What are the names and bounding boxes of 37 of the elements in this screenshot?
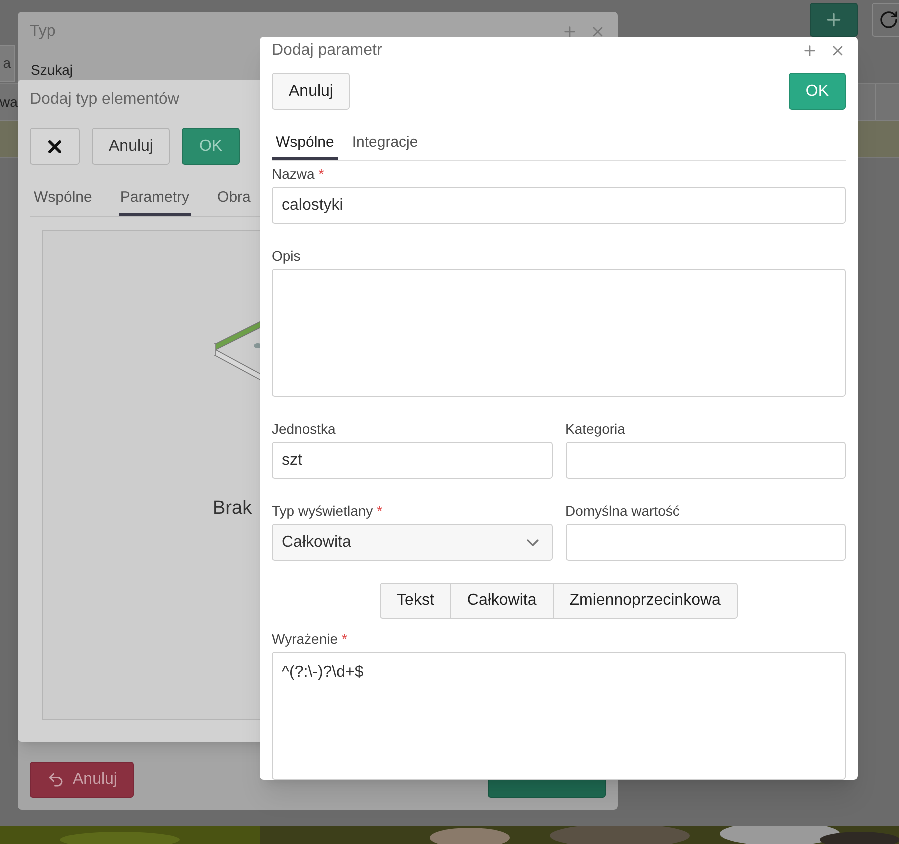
search-label: Szukaj [31,61,74,80]
select-field[interactable]: Całkowita [272,524,552,561]
window-title: Typ [30,22,56,42]
type-option-button[interactable]: Całkowita [451,583,554,619]
window-title: Dodaj typ elementów [30,90,180,110]
cancel-button[interactable]: Anuluj [30,762,134,798]
refresh-icon [879,10,899,30]
required-mark: * [318,164,324,184]
field-label: Nazwa [272,164,315,184]
add-button[interactable] [810,3,858,37]
tab[interactable]: Wspólne [272,130,338,160]
field-label: Opis [272,246,301,266]
input-field[interactable]: szt [272,442,552,479]
tab[interactable]: Integracje [348,130,422,160]
close-button[interactable] [30,128,80,165]
column-header: wa [0,92,19,112]
input-field[interactable] [566,442,846,479]
type-option-button[interactable]: Tekst [380,583,452,619]
cancel-button[interactable]: Anuluj [92,128,170,165]
required-mark: * [342,630,348,648]
undo-icon [47,771,65,789]
input-field[interactable]: calostyki [272,187,846,224]
field-label: Domyślna wartość [566,502,680,521]
empty-message: Brak [213,497,252,521]
required-mark: * [377,502,383,520]
field-label: Jednostka [272,420,336,438]
text-area[interactable]: ^(?:\-)?\d+$ [272,652,846,780]
type-option-button[interactable]: Zmiennoprzecinkowa [554,583,738,619]
field-label: Wyrażenie [272,630,338,649]
input-field[interactable] [566,524,846,561]
dialog-title: Dodaj parametr [272,41,382,61]
tab[interactable]: Parametry [119,183,191,216]
cancel-button[interactable]: Anuluj [272,73,350,110]
field-label: Typ wyświetlany [272,502,374,521]
tab[interactable]: Obra [216,183,252,216]
field-label: Kategoria [566,420,626,439]
tab[interactable]: Wspólne [33,183,94,216]
